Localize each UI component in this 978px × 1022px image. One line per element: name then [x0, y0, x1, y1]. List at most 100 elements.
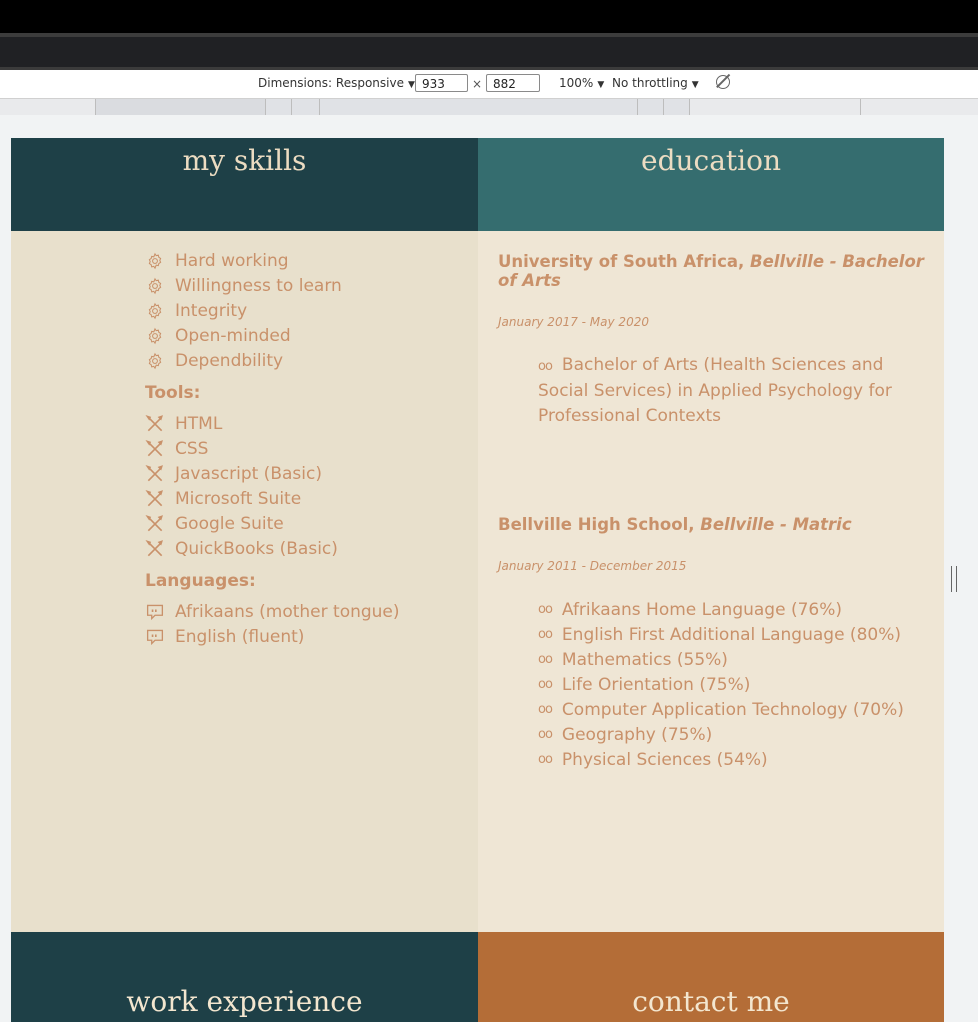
ruler-segment[interactable]: [265, 99, 690, 115]
languages-heading: Languages:: [145, 571, 256, 591]
zoom-label: 100%: [559, 76, 594, 90]
tool-label: CSS: [175, 438, 209, 459]
school-detail: Bellville - Matric: [700, 515, 852, 534]
list-item: oo Bachelor of Arts (Health Sciences and …: [538, 353, 898, 429]
zoom-dropdown[interactable]: 100% ▼: [559, 76, 604, 90]
list-item: Javascript (Basic): [145, 461, 400, 486]
width-input[interactable]: 933: [415, 74, 468, 92]
quote-bubble-icon: [145, 602, 165, 622]
skill-label: Hard working: [175, 250, 289, 271]
tools-icon: [145, 539, 165, 559]
glasses-icon: oo: [538, 752, 553, 767]
skills-body: Hard working Willingness to learn Integr…: [11, 231, 478, 932]
school-title: Bellville High School, Bellville - Matri…: [498, 515, 928, 534]
throttling-label: No throttling: [612, 76, 688, 90]
education-heading: education: [478, 138, 944, 231]
list-item: Integrity: [145, 298, 400, 323]
education-entry: Bellville High School, Bellville - Matri…: [498, 515, 928, 772]
list-item: English (fluent): [145, 624, 400, 649]
chevron-down-icon: ▼: [407, 80, 415, 90]
rotate-icon[interactable]: [716, 75, 730, 89]
list-item: Afrikaans (mother tongue): [145, 599, 400, 624]
work-experience-heading: work experience: [11, 932, 478, 1022]
tool-label: Javascript (Basic): [175, 463, 322, 484]
list-item: Microsoft Suite: [145, 486, 400, 511]
ruler-tick: [95, 99, 96, 115]
tool-label: QuickBooks (Basic): [175, 538, 338, 559]
tools-icon: [145, 514, 165, 534]
skills-heading: my skills: [11, 138, 478, 231]
item-label: Afrikaans Home Language (76%): [561, 599, 843, 620]
dimensions-label: Dimensions: Responsive: [258, 76, 404, 90]
list-item: oo Computer Application Technology (70%): [538, 697, 928, 722]
list-item: Willingness to learn: [145, 273, 400, 298]
throttling-dropdown[interactable]: No throttling ▼: [612, 76, 699, 90]
list-item: oo Life Orientation (75%): [538, 672, 928, 697]
device-toolbar: Dimensions: Responsive ▼ 933 × 882 100% ▼ …: [0, 70, 978, 99]
tools-icon: [145, 489, 165, 509]
dimensions-dropdown[interactable]: Dimensions: Responsive ▼: [258, 76, 415, 90]
skill-label: Integrity: [175, 300, 248, 321]
list-item: oo English First Additional Language (80%…: [538, 622, 928, 647]
tool-label: Microsoft Suite: [175, 488, 302, 509]
tool-label: HTML: [175, 413, 223, 434]
viewport-resize-handle[interactable]: [951, 566, 957, 592]
education-entry: University of South Africa, Bellville - …: [498, 252, 928, 429]
media-query-ruler: [0, 99, 978, 115]
skill-label: Willingness to learn: [175, 275, 342, 296]
skills-list: Hard working Willingness to learn Integr…: [145, 248, 400, 649]
glasses-icon: oo: [538, 727, 553, 742]
chevron-down-icon: ▼: [597, 80, 605, 90]
education-body: University of South Africa, Bellville - …: [478, 231, 944, 932]
education-dates: January 2011 - December 2015: [498, 559, 687, 573]
list-item: oo Geography (75%): [538, 722, 928, 747]
glasses-icon: oo: [538, 602, 553, 617]
item-label: English First Additional Language (80%): [561, 624, 901, 645]
times-separator: ×: [472, 77, 483, 91]
item-label: Life Orientation (75%): [561, 674, 751, 695]
ruler-tick: [860, 99, 861, 115]
school-name: Bellville High School,: [498, 515, 695, 534]
gear-icon: [145, 301, 165, 321]
gear-icon: [145, 251, 165, 271]
tools-icon: [145, 464, 165, 484]
language-label: English (fluent): [175, 626, 305, 647]
skill-label: Open-minded: [175, 325, 291, 346]
ruler-tick: [319, 99, 320, 115]
list-item: Dependbility: [145, 348, 400, 373]
glasses-icon: oo: [538, 627, 553, 642]
gear-icon: [145, 276, 165, 296]
tools-icon: [145, 439, 165, 459]
glasses-icon: oo: [538, 702, 553, 717]
tools-heading: Tools:: [145, 383, 201, 403]
tool-label: Google Suite: [175, 513, 284, 534]
height-input[interactable]: 882: [486, 74, 540, 92]
education-column: education University of South Africa, Be…: [478, 138, 944, 1022]
glasses-icon: oo: [538, 677, 553, 692]
education-items: oo Afrikaans Home Language (76%) oo Englis…: [538, 597, 928, 772]
list-item: oo Mathematics (55%): [538, 647, 928, 672]
list-item: Hard working: [145, 248, 400, 273]
item-label: Mathematics (55%): [561, 649, 728, 670]
list-item: CSS: [145, 436, 400, 461]
skills-column: my skills Hard working Willingness to le…: [11, 138, 478, 1022]
list-item: QuickBooks (Basic): [145, 536, 400, 561]
tools-icon: [145, 414, 165, 434]
list-item: HTML: [145, 411, 400, 436]
ruler-tick: [265, 99, 266, 115]
school-name: University of South Africa,: [498, 252, 745, 271]
contact-me-heading: contact me: [478, 932, 944, 1022]
school-title: University of South Africa, Bellville - …: [498, 252, 928, 290]
list-item: Open-minded: [145, 323, 400, 348]
gear-icon: [145, 326, 165, 346]
list-item: Google Suite: [145, 511, 400, 536]
ruler-tick: [291, 99, 292, 115]
item-label: Geography (75%): [561, 724, 713, 745]
viewport: my skills Hard working Willingness to le…: [11, 138, 944, 1022]
gear-icon: [145, 351, 165, 371]
item-label: Bachelor of Arts (Health Sciences and So…: [538, 355, 892, 426]
education-dates: January 2017 - May 2020: [498, 315, 649, 329]
browser-top-bar: [0, 0, 978, 33]
glasses-icon: oo: [538, 652, 553, 667]
list-item: oo Physical Sciences (54%): [538, 747, 928, 772]
